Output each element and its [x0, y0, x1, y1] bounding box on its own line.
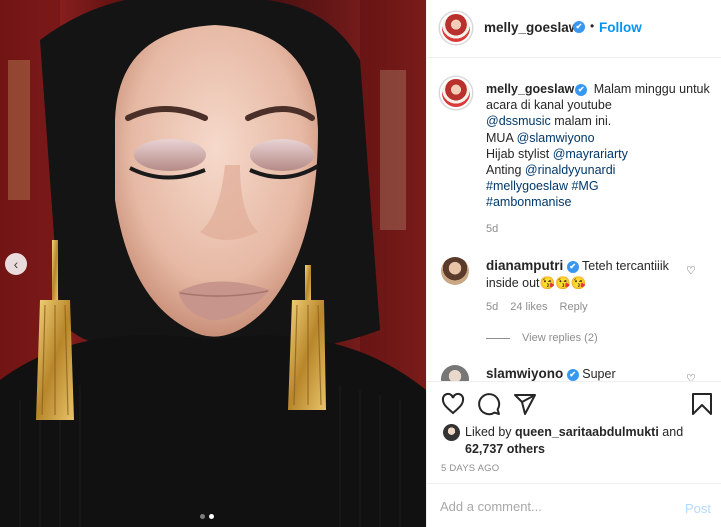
- comment-like-icon[interactable]: ♡: [686, 372, 696, 381]
- verified-icon: ✔: [566, 261, 579, 273]
- comment-body: Super: [582, 367, 616, 381]
- hashtag-link[interactable]: #mellygoeslaw: [486, 179, 568, 193]
- mention-link[interactable]: @mayrariarty: [553, 147, 628, 161]
- caption-text: melly_goeslaw ✔ Malam minggu untuk acara …: [486, 81, 712, 211]
- mention-link[interactable]: @rinaldyyunardi: [525, 163, 616, 177]
- portrait-illustration: [0, 0, 426, 527]
- view-replies-button[interactable]: View replies (2): [486, 332, 598, 344]
- verified-icon: ✔: [566, 369, 579, 381]
- follow-button[interactable]: Follow: [599, 20, 642, 35]
- mention-link[interactable]: @slamwiyono: [517, 131, 595, 145]
- caption-username[interactable]: melly_goeslaw: [486, 82, 574, 96]
- action-bar: Liked by queen_saritaabdulmukti and 62,7…: [427, 381, 721, 481]
- author-avatar[interactable]: [440, 12, 472, 44]
- heart-icon[interactable]: [441, 392, 465, 416]
- comments-section[interactable]: melly_goeslaw ✔ Malam minggu untuk acara …: [427, 59, 721, 381]
- author-username[interactable]: melly_goeslaw: [484, 20, 579, 35]
- likes-count[interactable]: 62,737 others: [465, 442, 545, 456]
- comment-icon[interactable]: [477, 392, 501, 416]
- chevron-left-icon: ‹: [13, 256, 19, 272]
- comment-username[interactable]: slamwiyono: [486, 366, 563, 381]
- mention-link[interactable]: @dssmusic: [486, 114, 551, 128]
- verified-icon: ✔: [575, 84, 588, 96]
- likes-prefix: Liked by: [465, 425, 516, 439]
- post-age[interactable]: 5 DAYS AGO: [441, 463, 499, 474]
- caption-line: malam ini.: [550, 114, 612, 129]
- carousel-prev-button[interactable]: ‹: [5, 253, 27, 275]
- comment-avatar[interactable]: [441, 365, 469, 381]
- comment-text: dianamputri ✔ Teteh tercantiiik inside o…: [486, 258, 686, 291]
- hashtag-link[interactable]: #ambonmanise: [486, 195, 571, 209]
- comment-timestamp[interactable]: 5d: [486, 301, 498, 313]
- liker-avatar[interactable]: [443, 424, 460, 441]
- bookmark-icon[interactable]: [691, 392, 713, 416]
- comment-meta: 5d 24 likes Reply: [486, 301, 588, 313]
- comment-username[interactable]: dianamputri: [486, 258, 563, 273]
- comment-input[interactable]: [440, 496, 660, 516]
- hashtag-link[interactable]: #MG: [571, 179, 598, 193]
- likes-summary: Liked by queen_saritaabdulmukti and 62,7…: [443, 424, 713, 458]
- likes-conjunction: and: [658, 425, 684, 439]
- comment-likes-count[interactable]: 24 likes: [510, 301, 547, 313]
- post-photo[interactable]: ‹: [0, 0, 426, 527]
- comment-text: slamwiyono ✔ Super: [486, 366, 616, 381]
- post-comment-button[interactable]: Post: [685, 501, 711, 516]
- carousel-indicator: [200, 514, 214, 519]
- carousel-dot: [200, 514, 205, 519]
- caption-line: Hijab stylist: [486, 146, 553, 161]
- view-replies-label: View replies (2): [522, 332, 598, 344]
- post-header: melly_goeslaw ✔ • Follow: [427, 0, 721, 58]
- caption-avatar[interactable]: [440, 77, 472, 109]
- header-separator: •: [590, 19, 595, 33]
- liker-username[interactable]: queen_saritaabdulmukti: [515, 425, 659, 439]
- caption-timestamp[interactable]: 5d: [486, 223, 498, 235]
- post-sidebar: melly_goeslaw ✔ • Follow melly_goeslaw ✔ …: [426, 0, 721, 527]
- share-icon[interactable]: [513, 392, 537, 416]
- comment-like-icon[interactable]: ♡: [686, 264, 696, 277]
- reply-button[interactable]: Reply: [560, 301, 588, 313]
- carousel-dot-active: [209, 514, 214, 519]
- comment-avatar[interactable]: [441, 257, 469, 285]
- replies-divider: [486, 337, 510, 339]
- caption-line: Anting: [486, 163, 525, 178]
- caption-line: MUA: [486, 130, 517, 145]
- verified-icon: ✔: [573, 21, 585, 33]
- add-comment-bar: Post: [427, 483, 721, 527]
